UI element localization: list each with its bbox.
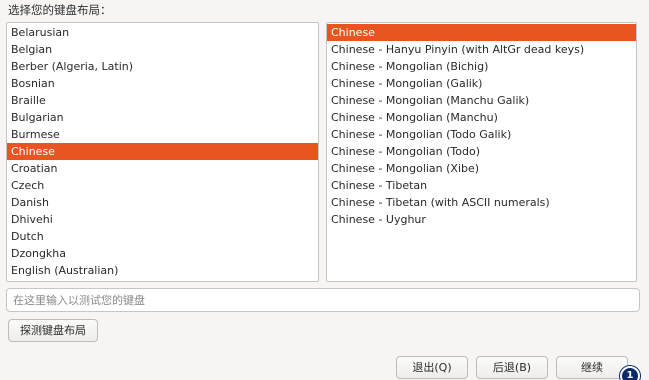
variant-list-item[interactable]: Chinese - Mongolian (Bichig) xyxy=(327,58,636,75)
layout-list-item[interactable]: Braille xyxy=(7,92,318,109)
variant-list-item[interactable]: Chinese - Tibetan (with ASCII numerals) xyxy=(327,194,636,211)
layout-list-item[interactable]: Belgian xyxy=(7,41,318,58)
layout-list-item[interactable]: Bulgarian xyxy=(7,109,318,126)
variant-list[interactable]: Chinese Chinese - Hanyu Pinyin (with Alt… xyxy=(326,22,637,282)
layout-list-item[interactable]: Belarusian xyxy=(7,24,318,41)
quit-button[interactable]: 退出(Q) xyxy=(396,356,468,379)
layout-list-item[interactable]: Czech xyxy=(7,177,318,194)
keyboard-layout-window: 选择您的键盘布局： Belarusian Belgian Berber (Alg… xyxy=(0,0,649,380)
layout-list-item[interactable]: English (Australian) xyxy=(7,262,318,279)
layout-list[interactable]: Belarusian Belgian Berber (Algeria, Lati… xyxy=(6,22,319,282)
layout-list-item-selected[interactable]: Chinese xyxy=(7,143,318,160)
layout-list-item[interactable]: Dzongkha xyxy=(7,245,318,262)
keyboard-test-input[interactable] xyxy=(6,288,640,312)
layout-list-item[interactable]: Bosnian xyxy=(7,75,318,92)
continue-button[interactable]: 继续 xyxy=(556,356,628,379)
variant-list-item[interactable]: Chinese - Mongolian (Xibe) xyxy=(327,160,636,177)
variant-list-item[interactable]: Chinese - Hanyu Pinyin (with AltGr dead … xyxy=(327,41,636,58)
layout-list-item[interactable]: Berber (Algeria, Latin) xyxy=(7,58,318,75)
layout-list-item[interactable]: Danish xyxy=(7,194,318,211)
variant-list-item[interactable]: Chinese - Uyghur xyxy=(327,211,636,228)
layout-list-item[interactable]: Burmese xyxy=(7,126,318,143)
layout-list-item[interactable]: Croatian xyxy=(7,160,318,177)
variant-list-item[interactable]: Chinese - Mongolian (Galik) xyxy=(327,75,636,92)
variant-list-item[interactable]: Chinese - Mongolian (Todo) xyxy=(327,143,636,160)
notification-badge-icon[interactable]: 1 xyxy=(620,366,640,380)
variant-list-item[interactable]: Chinese - Tibetan xyxy=(327,177,636,194)
variant-list-item-selected[interactable]: Chinese xyxy=(327,24,636,41)
layout-list-item[interactable]: Dhivehi xyxy=(7,211,318,228)
page-title: 选择您的键盘布局： xyxy=(8,3,112,17)
variant-list-item[interactable]: Chinese - Mongolian (Manchu Galik) xyxy=(327,92,636,109)
variant-list-item[interactable]: Chinese - Mongolian (Manchu) xyxy=(327,109,636,126)
detect-layout-button[interactable]: 探测键盘布局 xyxy=(8,319,98,342)
variant-list-item[interactable]: Chinese - Mongolian (Todo Galik) xyxy=(327,126,636,143)
layout-list-item[interactable]: Dutch xyxy=(7,228,318,245)
back-button[interactable]: 后退(B) xyxy=(476,356,548,379)
